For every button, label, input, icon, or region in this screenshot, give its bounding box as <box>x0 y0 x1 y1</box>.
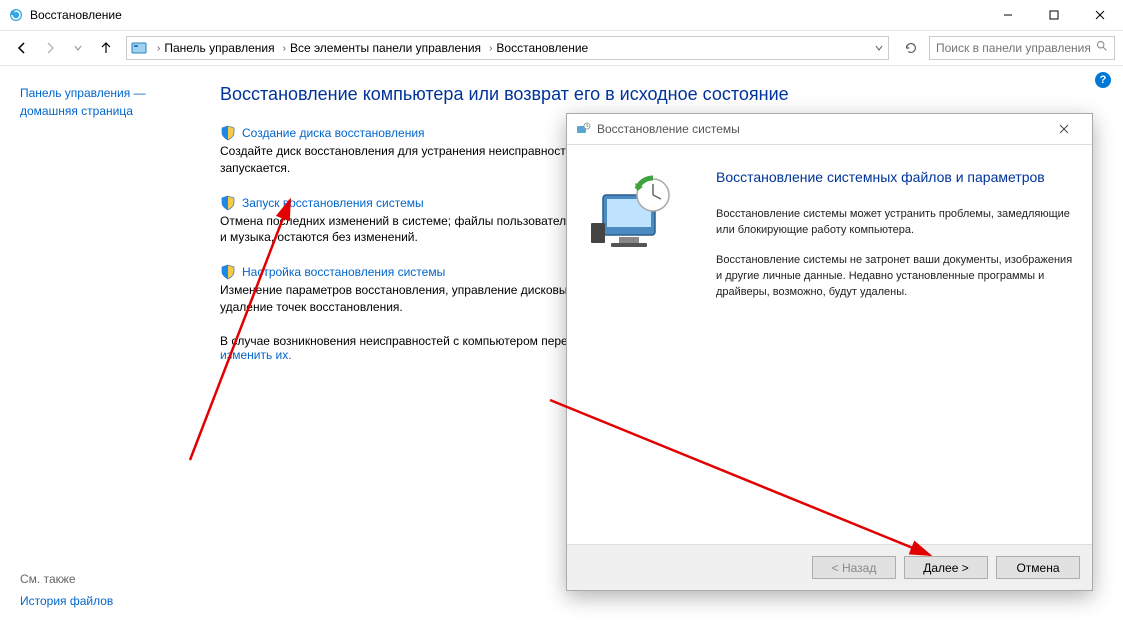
search-icon[interactable] <box>1095 39 1108 57</box>
address-bar[interactable]: › Панель управления › Все элементы панел… <box>126 36 889 60</box>
up-button[interactable] <box>94 36 118 60</box>
sidebar: Панель управления — домашняя страница <box>0 66 220 362</box>
close-button[interactable] <box>1077 0 1123 30</box>
dialog-close-button[interactable] <box>1044 116 1084 142</box>
see-also: См. также История файлов <box>20 572 113 608</box>
back-button[interactable] <box>10 36 34 60</box>
dialog-paragraph: Восстановление системы может устранить п… <box>716 207 1074 239</box>
page-title: Восстановление компьютера или возврат ег… <box>220 84 1123 105</box>
titlebar: Восстановление <box>0 0 1123 30</box>
forward-button[interactable] <box>38 36 62 60</box>
dialog-heading: Восстановление системных файлов и параме… <box>716 169 1074 185</box>
shield-icon <box>220 195 236 211</box>
dialog-titlebar[interactable]: Восстановление системы <box>567 114 1092 144</box>
breadcrumb-sep: › <box>157 43 160 54</box>
option-link[interactable]: Настройка восстановления системы <box>242 265 445 279</box>
dialog-footer: < Назад Далее > Отмена <box>567 544 1092 590</box>
refresh-button[interactable] <box>899 36 923 60</box>
maximize-button[interactable] <box>1031 0 1077 30</box>
system-restore-icon <box>575 121 591 137</box>
dialog-title: Восстановление системы <box>597 122 740 136</box>
minimize-button[interactable] <box>985 0 1031 30</box>
shield-icon <box>220 264 236 280</box>
next-button[interactable]: Далее > <box>904 556 988 579</box>
breadcrumb-item[interactable]: Панель управления <box>164 41 274 55</box>
option-link[interactable]: Создание диска восстановления <box>242 126 425 140</box>
option-link[interactable]: Запуск восстановления системы <box>242 196 424 210</box>
dialog-body: Восстановление системных файлов и параме… <box>567 144 1092 544</box>
dialog-content: Восстановление системных файлов и параме… <box>702 145 1092 544</box>
cancel-button[interactable]: Отмена <box>996 556 1080 579</box>
chevron-down-icon[interactable] <box>874 43 884 53</box>
sidebar-home-link[interactable]: Панель управления — домашняя страница <box>20 84 200 120</box>
breadcrumb-sep: › <box>283 43 286 54</box>
see-also-link[interactable]: История файлов <box>20 594 113 608</box>
dialog-paragraph: Восстановление системы не затронет ваши … <box>716 253 1074 301</box>
troubleshoot-link[interactable]: изменить их. <box>220 348 292 362</box>
shield-icon <box>220 125 236 141</box>
window-controls <box>985 0 1123 30</box>
window-title: Восстановление <box>30 8 122 22</box>
search-input[interactable] <box>936 41 1095 55</box>
system-restore-dialog: Восстановление системы Восстановление си… <box>566 113 1093 591</box>
back-button: < Назад <box>812 556 896 579</box>
search-box[interactable] <box>929 36 1115 60</box>
system-restore-illustration <box>585 167 685 267</box>
control-panel-icon <box>131 40 147 56</box>
breadcrumb-item[interactable]: Восстановление <box>496 41 588 55</box>
breadcrumb-item[interactable]: Все элементы панели управления <box>290 41 481 55</box>
recent-dropdown-icon[interactable] <box>66 36 90 60</box>
see-also-title: См. также <box>20 572 113 586</box>
recovery-app-icon <box>8 7 24 23</box>
navbar: › Панель управления › Все элементы панел… <box>0 30 1123 66</box>
dialog-illustration-panel <box>567 145 702 544</box>
breadcrumb-sep: › <box>489 43 492 54</box>
